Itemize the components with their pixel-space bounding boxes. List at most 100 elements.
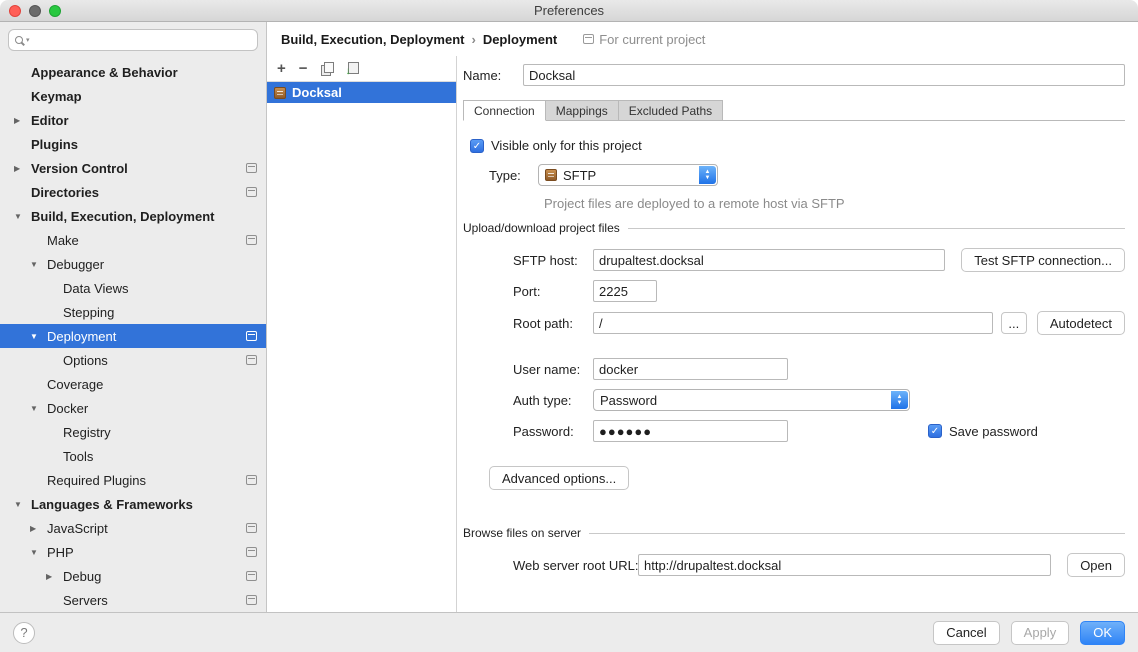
name-label: Name:: [463, 68, 523, 83]
section-divider: [589, 533, 1125, 534]
password-input[interactable]: [593, 420, 788, 442]
server-list-toolbar: + −: [267, 56, 456, 82]
apply-button[interactable]: Apply: [1011, 621, 1070, 645]
sidebar-item-servers[interactable]: Servers: [0, 588, 266, 612]
chevron-right-icon[interactable]: ▶: [14, 116, 31, 125]
sftp-host-input[interactable]: [593, 249, 945, 271]
auth-type-dropdown[interactable]: Password ▲ ▼: [593, 389, 910, 411]
project-settings-icon: [246, 163, 257, 173]
auth-type-label: Auth type:: [513, 393, 593, 408]
port-input[interactable]: [593, 280, 657, 302]
chevron-down-icon[interactable]: ▼: [30, 332, 47, 341]
upload-section-label: Upload/download project files: [463, 221, 620, 235]
browse-section-label: Browse files on server: [463, 526, 581, 540]
sidebar-item-stepping[interactable]: Stepping: [0, 300, 266, 324]
help-button[interactable]: ?: [13, 622, 35, 644]
chevron-down-icon[interactable]: ▼: [30, 548, 47, 557]
chevron-down-icon[interactable]: ▼: [30, 404, 47, 413]
sidebar-item-keymap[interactable]: Keymap: [0, 84, 266, 108]
advanced-options-button[interactable]: Advanced options...: [489, 466, 629, 490]
user-name-input[interactable]: [593, 358, 788, 380]
search-input[interactable]: [35, 33, 251, 47]
auth-type-value: Password: [600, 393, 657, 408]
settings-search-box[interactable]: ▾: [8, 29, 258, 51]
sidebar-item-languages-frameworks[interactable]: ▼ Languages & Frameworks: [0, 492, 266, 516]
tab-connection[interactable]: Connection: [463, 100, 546, 121]
chevron-down-icon[interactable]: ▾: [26, 36, 30, 44]
add-server-icon[interactable]: +: [277, 61, 286, 76]
dialog-footer: ? Cancel Apply OK: [0, 612, 1138, 652]
upload-section-header: Upload/download project files: [463, 221, 1125, 235]
web-root-input[interactable]: [638, 554, 1051, 576]
breadcrumb-current: Deployment: [483, 32, 557, 47]
type-value: SFTP: [563, 168, 596, 183]
sidebar-item-tools[interactable]: Tools: [0, 444, 266, 468]
project-settings-icon: [246, 187, 257, 197]
project-settings-icon: [246, 523, 257, 533]
tab-mappings[interactable]: Mappings: [545, 100, 619, 121]
settings-tree: Appearance & Behavior Keymap ▶ Editor Pl…: [0, 60, 266, 612]
sidebar-item-options[interactable]: Options: [0, 348, 266, 372]
autodetect-button[interactable]: Autodetect: [1037, 311, 1125, 335]
section-divider: [628, 228, 1125, 229]
sidebar-item-editor[interactable]: ▶ Editor: [0, 108, 266, 132]
cancel-button[interactable]: Cancel: [933, 621, 999, 645]
server-list-item-docksal[interactable]: Docksal: [267, 82, 456, 103]
chevron-down-icon[interactable]: ▼: [14, 500, 31, 509]
sidebar-item-debug[interactable]: ▶ Debug: [0, 564, 266, 588]
chevron-right-icon[interactable]: ▶: [30, 524, 47, 533]
remove-server-icon[interactable]: −: [299, 61, 308, 76]
type-help-text: Project files are deployed to a remote h…: [463, 196, 1125, 211]
save-password-row: ✓ Save password: [928, 424, 1038, 439]
scope-label: For current project: [599, 32, 705, 47]
tab-excluded-paths[interactable]: Excluded Paths: [618, 100, 723, 121]
ok-button[interactable]: OK: [1080, 621, 1125, 645]
visible-only-label: Visible only for this project: [491, 138, 642, 153]
user-name-label: User name:: [513, 362, 593, 377]
sidebar-item-debugger[interactable]: ▼ Debugger: [0, 252, 266, 276]
project-settings-icon: [246, 571, 257, 581]
sidebar-item-javascript[interactable]: ▶ JavaScript: [0, 516, 266, 540]
test-connection-button[interactable]: Test SFTP connection...: [961, 248, 1125, 272]
sidebar-item-directories[interactable]: Directories: [0, 180, 266, 204]
sidebar-item-deployment[interactable]: ▼ Deployment: [0, 324, 266, 348]
sidebar-item-coverage[interactable]: Coverage: [0, 372, 266, 396]
sidebar-item-plugins[interactable]: Plugins: [0, 132, 266, 156]
project-settings-icon: [246, 595, 257, 605]
preferences-window: Preferences ▾ Appearance & Behavior Keym…: [0, 0, 1138, 652]
save-password-checkbox[interactable]: ✓: [928, 424, 942, 438]
project-settings-icon: [583, 34, 594, 44]
use-as-default-icon[interactable]: [346, 62, 359, 75]
sidebar-item-make[interactable]: Make: [0, 228, 266, 252]
type-dropdown[interactable]: SFTP ▲ ▼: [538, 164, 718, 186]
chevron-right-icon[interactable]: ▶: [14, 164, 31, 173]
chevron-down-icon[interactable]: ▼: [30, 260, 47, 269]
dropdown-stepper-icon: ▲ ▼: [891, 391, 908, 409]
chevron-down-icon[interactable]: ▼: [14, 212, 31, 221]
sidebar-item-build-execution-deployment[interactable]: ▼ Build, Execution, Deployment: [0, 204, 266, 228]
sidebar-item-appearance-behavior[interactable]: Appearance & Behavior: [0, 60, 266, 84]
browse-root-button[interactable]: ...: [1001, 312, 1027, 334]
sidebar-item-data-views[interactable]: Data Views: [0, 276, 266, 300]
root-path-input[interactable]: [593, 312, 993, 334]
search-icon: [15, 36, 23, 44]
sidebar-item-php[interactable]: ▼ PHP: [0, 540, 266, 564]
config-tabs: Connection Mappings Excluded Paths: [463, 100, 1125, 121]
breadcrumb-separator: ›: [471, 32, 475, 47]
web-root-label: Web server root URL:: [513, 558, 638, 573]
sidebar-item-registry[interactable]: Registry: [0, 420, 266, 444]
sftp-icon: [274, 87, 286, 99]
breadcrumb-parent[interactable]: Build, Execution, Deployment: [281, 32, 464, 47]
sftp-icon: [545, 169, 557, 181]
deployment-form: Name: Connection Mappings Excluded Paths…: [457, 56, 1138, 612]
sidebar-item-required-plugins[interactable]: Required Plugins: [0, 468, 266, 492]
chevron-right-icon[interactable]: ▶: [46, 572, 63, 581]
open-button[interactable]: Open: [1067, 553, 1125, 577]
visible-only-checkbox[interactable]: ✓: [470, 139, 484, 153]
name-input[interactable]: [523, 64, 1125, 86]
sidebar-item-version-control[interactable]: ▶ Version Control: [0, 156, 266, 180]
sidebar-item-docker[interactable]: ▼ Docker: [0, 396, 266, 420]
settings-sidebar: ▾ Appearance & Behavior Keymap ▶ Editor: [0, 22, 267, 612]
copy-server-icon[interactable]: [321, 62, 333, 75]
project-settings-icon: [246, 475, 257, 485]
